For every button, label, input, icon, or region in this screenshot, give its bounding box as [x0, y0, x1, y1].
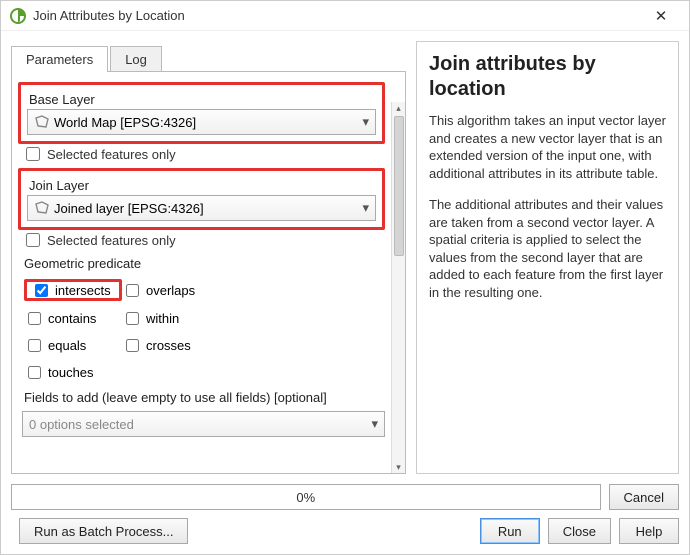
- fields-value: 0 options selected: [29, 417, 134, 432]
- predicate-within-row[interactable]: within: [122, 309, 232, 328]
- join-layer-value: Joined layer [EPSG:4326]: [54, 201, 204, 216]
- run-button-label: Run: [498, 524, 522, 539]
- tab-log[interactable]: Log: [110, 46, 162, 72]
- tab-strip: Parameters Log: [11, 41, 406, 71]
- base-selected-only-row[interactable]: Selected features only: [22, 144, 385, 164]
- close-button-label: Close: [563, 524, 596, 539]
- description-panel: Join attributes by location This algorit…: [416, 41, 679, 474]
- description-p2: The additional attributes and their valu…: [429, 196, 666, 301]
- predicate-within-checkbox[interactable]: [126, 312, 139, 325]
- close-icon[interactable]: ✕: [641, 7, 681, 25]
- cancel-button-label: Cancel: [624, 490, 664, 505]
- cancel-button[interactable]: Cancel: [609, 484, 679, 510]
- predicate-touches-row[interactable]: touches: [24, 363, 122, 382]
- predicate-crosses-checkbox[interactable]: [126, 339, 139, 352]
- parameters-panel: Base Layer World Map [EPSG:4326] ▾ Selec…: [11, 71, 406, 474]
- dialog-window: Join Attributes by Location ✕ Parameters…: [0, 0, 690, 555]
- base-selected-only-label: Selected features only: [47, 147, 176, 162]
- predicate-within-label: within: [146, 311, 179, 326]
- polygon-layer-icon: [34, 201, 50, 215]
- predicate-intersects-checkbox[interactable]: [35, 284, 48, 297]
- base-layer-value: World Map [EPSG:4326]: [54, 115, 196, 130]
- scroll-up-icon[interactable]: ▴: [393, 102, 405, 114]
- fields-combo[interactable]: 0 options selected ▾: [22, 411, 385, 437]
- run-batch-label: Run as Batch Process...: [34, 524, 173, 539]
- description-p1: This algorithm takes an input vector lay…: [429, 112, 666, 182]
- predicate-intersects-highlight: intersects: [24, 279, 122, 301]
- join-selected-only-row[interactable]: Selected features only: [22, 230, 385, 250]
- join-selected-only-label: Selected features only: [47, 233, 176, 248]
- scroll-down-icon[interactable]: ▾: [393, 461, 405, 473]
- predicate-crosses-label: crosses: [146, 338, 191, 353]
- help-button[interactable]: Help: [619, 518, 679, 544]
- progress-row: 0% Cancel: [11, 484, 679, 510]
- tab-parameters-label: Parameters: [26, 52, 93, 67]
- base-layer-highlight: Base Layer World Map [EPSG:4326] ▾: [18, 82, 385, 144]
- predicate-equals-row[interactable]: equals: [24, 336, 122, 355]
- description-title: Join attributes by location: [429, 52, 666, 102]
- predicate-touches-checkbox[interactable]: [28, 366, 41, 379]
- fields-label: Fields to add (leave empty to use all fi…: [24, 390, 385, 405]
- predicate-intersects-label: intersects: [55, 283, 111, 298]
- base-layer-combo[interactable]: World Map [EPSG:4326] ▾: [27, 109, 376, 135]
- window-title: Join Attributes by Location: [33, 8, 641, 23]
- chevron-down-icon: ▾: [362, 114, 369, 130]
- predicate-overlaps-checkbox[interactable]: [126, 284, 139, 297]
- left-pane: Parameters Log Base Layer World Map [EPS…: [11, 41, 406, 474]
- base-layer-label: Base Layer: [29, 92, 376, 107]
- titlebar: Join Attributes by Location ✕: [1, 1, 689, 31]
- join-selected-only-checkbox[interactable]: [26, 233, 40, 247]
- run-batch-button[interactable]: Run as Batch Process...: [19, 518, 188, 544]
- parameters-scrollbar[interactable]: ▴ ▾: [391, 102, 405, 473]
- predicate-crosses-row[interactable]: crosses: [122, 336, 232, 355]
- base-selected-only-checkbox[interactable]: [26, 147, 40, 161]
- dialog-body: Parameters Log Base Layer World Map [EPS…: [1, 31, 689, 480]
- help-button-label: Help: [636, 524, 663, 539]
- tab-parameters[interactable]: Parameters: [11, 46, 108, 72]
- geom-predicate-label: Geometric predicate: [24, 256, 385, 271]
- chevron-down-icon: ▾: [362, 200, 369, 216]
- join-layer-label: Join Layer: [29, 178, 376, 193]
- tab-log-label: Log: [125, 52, 147, 67]
- button-row: Run as Batch Process... Run Close Help: [11, 518, 679, 544]
- predicate-overlaps-label: overlaps: [146, 283, 195, 298]
- close-button[interactable]: Close: [548, 518, 611, 544]
- bottom-bar: 0% Cancel Run as Batch Process... Run Cl…: [1, 480, 689, 554]
- predicate-overlaps-row[interactable]: overlaps: [122, 279, 232, 301]
- chevron-down-icon: ▾: [371, 416, 378, 432]
- join-layer-combo[interactable]: Joined layer [EPSG:4326] ▾: [27, 195, 376, 221]
- scrollbar-thumb[interactable]: [394, 116, 404, 256]
- progress-text: 0%: [296, 490, 315, 505]
- predicate-contains-checkbox[interactable]: [28, 312, 41, 325]
- progress-bar: 0%: [11, 484, 601, 510]
- join-layer-highlight: Join Layer Joined layer [EPSG:4326] ▾: [18, 168, 385, 230]
- run-button[interactable]: Run: [480, 518, 540, 544]
- predicate-grid: intersects overlaps contains within equa…: [24, 279, 385, 382]
- predicate-contains-label: contains: [48, 311, 96, 326]
- polygon-layer-icon: [34, 115, 50, 129]
- predicate-touches-label: touches: [48, 365, 94, 380]
- predicate-equals-checkbox[interactable]: [28, 339, 41, 352]
- predicate-contains-row[interactable]: contains: [24, 309, 122, 328]
- qgis-icon: [9, 7, 27, 25]
- predicate-equals-label: equals: [48, 338, 86, 353]
